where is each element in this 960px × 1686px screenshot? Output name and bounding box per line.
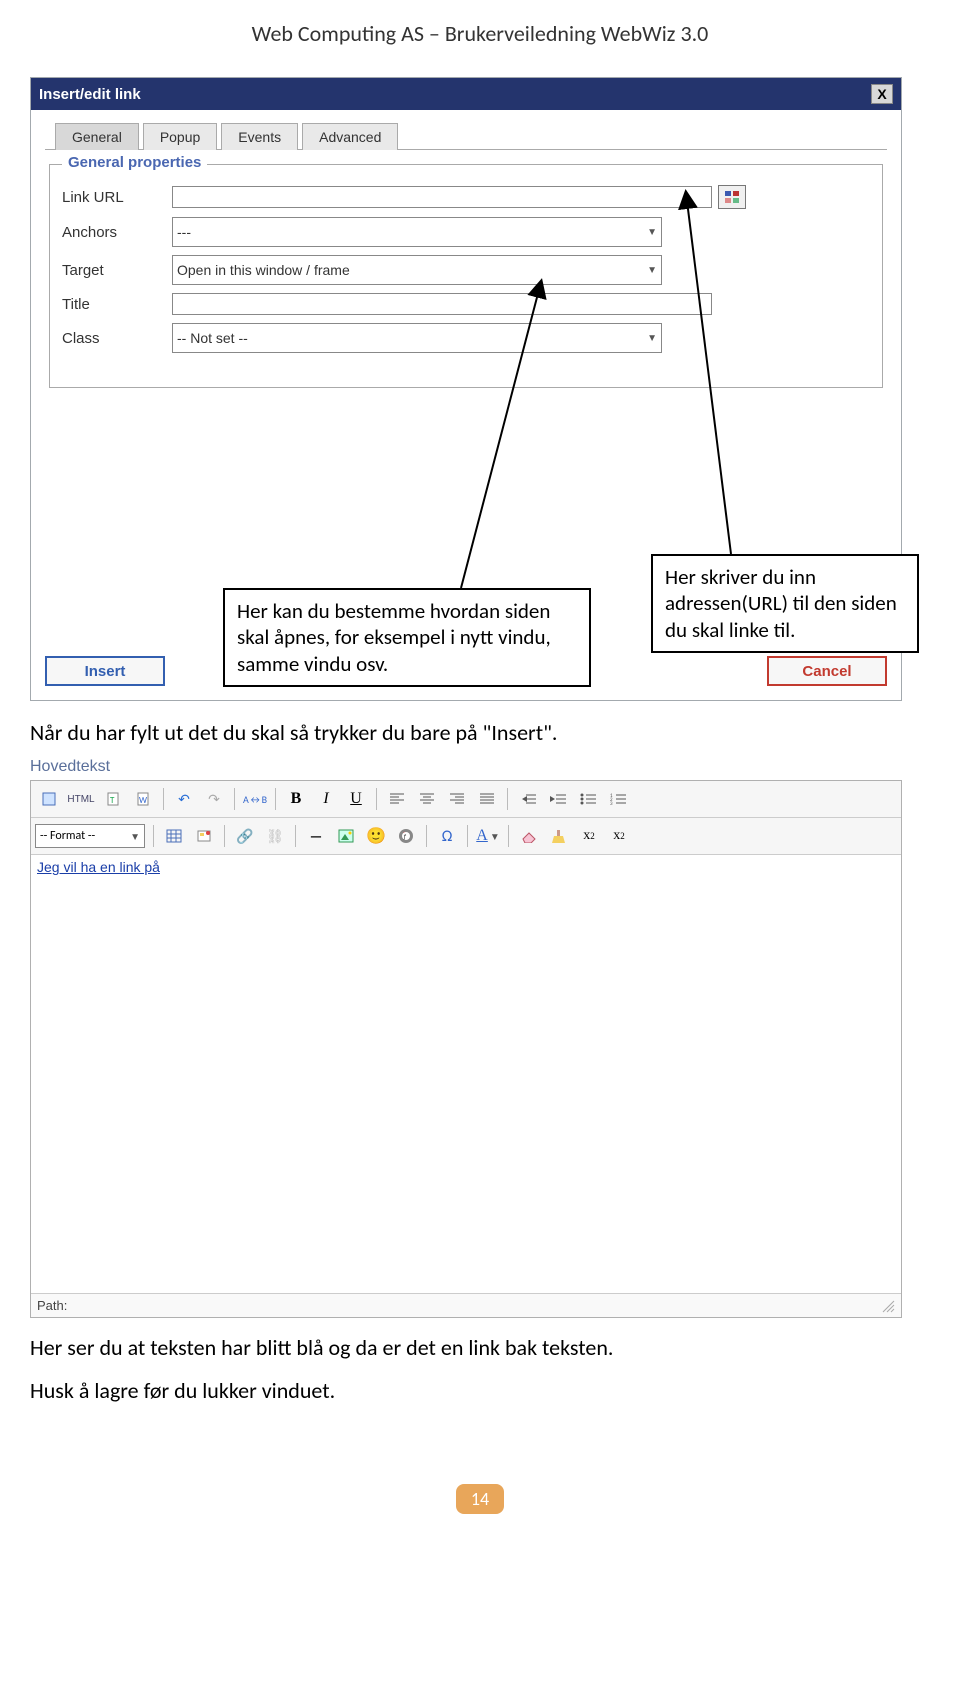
document-header: Web Computing AS – Brukerveiledning WebW…	[30, 20, 930, 47]
toolbar-row-1: HTML T W ↶ ↷ A↔B B I U 123	[31, 781, 901, 818]
numbered-list-icon[interactable]: 123	[604, 786, 632, 812]
align-justify-icon[interactable]	[473, 786, 501, 812]
target-value: Open in this window / frame	[177, 262, 350, 278]
anchors-select[interactable]: --- ▼	[172, 217, 662, 247]
special-char-icon[interactable]: Ω	[433, 823, 461, 849]
general-properties-fieldset: General properties Link URL Anch	[49, 164, 883, 388]
eraser-icon[interactable]	[515, 823, 543, 849]
target-select[interactable]: Open in this window / frame ▼	[172, 255, 662, 285]
text-color-icon[interactable]: A▼	[474, 823, 502, 849]
emoticon-icon[interactable]: 🙂	[362, 823, 390, 849]
bullet-list-icon[interactable]	[574, 786, 602, 812]
insert-button[interactable]: Insert	[45, 656, 165, 686]
editor-content-area[interactable]: Jeg vil ha en link på	[31, 855, 901, 1293]
target-label: Target	[62, 262, 172, 279]
instruction-text-3: Husk å lagre før du lukker vinduet.	[30, 1377, 930, 1404]
chevron-down-icon: ▼	[647, 227, 657, 238]
toolbar-separator	[467, 825, 468, 847]
instruction-text-1: Når du har fylt ut det du skal så trykke…	[30, 719, 930, 746]
chevron-down-icon: ▼	[647, 265, 657, 276]
callout-target: Her kan du bestemme hvordan siden skal å…	[223, 588, 591, 687]
browse-url-button[interactable]	[718, 185, 746, 209]
table-icon[interactable]	[160, 823, 188, 849]
title-input[interactable]	[172, 293, 712, 315]
toolbar-separator	[295, 825, 296, 847]
undo-icon[interactable]: ↶	[170, 786, 198, 812]
anchors-label: Anchors	[62, 224, 172, 241]
redo-icon[interactable]: ↷	[200, 786, 228, 812]
class-value: -- Not set --	[177, 330, 248, 346]
page-number: 14	[456, 1484, 504, 1514]
link-dialog: Insert/edit link X General Popup Events …	[30, 77, 902, 701]
bold-button[interactable]: B	[282, 786, 310, 812]
editor-section-label: Hovedtekst	[30, 758, 930, 776]
close-icon[interactable]: X	[871, 84, 893, 104]
toolbar-separator	[163, 788, 164, 810]
toolbar-separator	[507, 788, 508, 810]
title-label: Title	[62, 296, 172, 313]
editor-status-bar: Path:	[31, 1293, 901, 1317]
toolbar-separator	[224, 825, 225, 847]
tab-general[interactable]: General	[55, 123, 139, 150]
italic-button[interactable]: I	[312, 786, 340, 812]
find-replace-icon[interactable]: A↔B	[241, 786, 269, 812]
fieldset-legend: General properties	[62, 154, 207, 171]
instruction-text-2: Her ser du at teksten har blitt blå og d…	[30, 1334, 930, 1361]
toolbar-separator	[234, 788, 235, 810]
path-label: Path:	[37, 1298, 67, 1313]
class-select[interactable]: -- Not set -- ▼	[172, 323, 662, 353]
cancel-button[interactable]: Cancel	[767, 656, 887, 686]
resize-handle-icon[interactable]	[881, 1299, 895, 1313]
format-value: -- Format --	[40, 829, 95, 843]
cleanup-icon[interactable]	[545, 823, 573, 849]
templates-icon[interactable]	[190, 823, 218, 849]
anchors-value: ---	[177, 224, 191, 240]
tab-popup[interactable]: Popup	[143, 123, 217, 150]
paste-text-icon[interactable]: T	[99, 786, 127, 812]
svg-text:T: T	[110, 795, 115, 806]
paste-word-icon[interactable]: W	[129, 786, 157, 812]
unlink-icon[interactable]: ⛓	[261, 823, 289, 849]
superscript-icon[interactable]: x2	[605, 823, 633, 849]
toolbar-separator	[153, 825, 154, 847]
align-center-icon[interactable]	[413, 786, 441, 812]
callout-url: Her skriver du inn adressen(URL) til den…	[651, 554, 919, 653]
media-icon[interactable]: ƒ	[392, 823, 420, 849]
link-icon[interactable]: 🔗	[231, 823, 259, 849]
toolbar-separator	[508, 825, 509, 847]
align-left-icon[interactable]	[383, 786, 411, 812]
toolbar-separator	[275, 788, 276, 810]
indent-icon[interactable]	[544, 786, 572, 812]
subscript-icon[interactable]: x2	[575, 823, 603, 849]
align-right-icon[interactable]	[443, 786, 471, 812]
dialog-title: Insert/edit link	[39, 86, 141, 103]
chevron-down-icon: ▼	[647, 333, 657, 344]
toolbar-row-2: -- Format -- ▼ 🔗 ⛓ — 🙂 ƒ Ω A▼ x2 x2	[31, 818, 901, 855]
svg-text:W: W	[139, 795, 147, 806]
link-url-input[interactable]	[172, 186, 712, 208]
rich-text-editor: HTML T W ↶ ↷ A↔B B I U 123 -- Format	[30, 780, 902, 1318]
class-label: Class	[62, 330, 172, 347]
chevron-down-icon: ▼	[130, 830, 140, 843]
underline-button[interactable]: U	[342, 786, 370, 812]
format-select[interactable]: -- Format -- ▼	[35, 824, 145, 848]
toolbar-separator	[426, 825, 427, 847]
outdent-icon[interactable]	[514, 786, 542, 812]
svg-text:3: 3	[610, 801, 613, 805]
html-mode-button[interactable]: HTML	[65, 786, 97, 812]
tab-events[interactable]: Events	[221, 123, 298, 150]
toolbar-separator	[376, 788, 377, 810]
tab-advanced[interactable]: Advanced	[302, 123, 398, 150]
browse-icon	[724, 189, 740, 205]
example-link-text: Jeg vil ha en link på	[37, 859, 160, 875]
dialog-titlebar: Insert/edit link X	[31, 78, 901, 110]
dialog-tabs: General Popup Events Advanced	[45, 122, 887, 150]
svg-text:ƒ: ƒ	[403, 832, 407, 841]
link-url-label: Link URL	[62, 189, 172, 206]
hr-icon[interactable]: —	[302, 823, 330, 849]
image-icon[interactable]	[332, 823, 360, 849]
new-document-icon[interactable]	[35, 786, 63, 812]
